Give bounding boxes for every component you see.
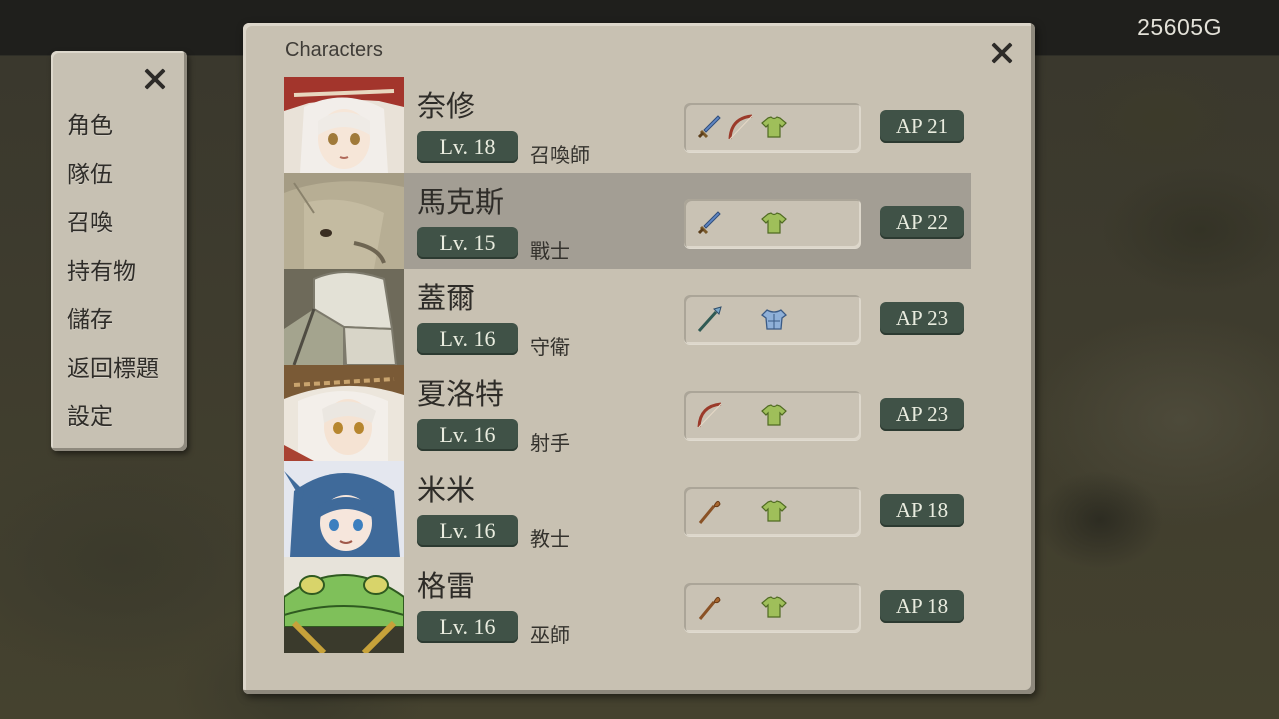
menu-item-characters[interactable]: 角色 <box>67 109 159 158</box>
characters-panel: Characters 奈修 Lv. 18 召喚師 AP 21 馬克斯 Lv. 1… <box>243 23 1035 694</box>
side-menu: 角色 隊伍 召喚 持有物 儲存 返回標題 設定 <box>51 51 187 451</box>
menu-item-settings[interactable]: 設定 <box>67 400 159 449</box>
character-portrait <box>284 365 404 461</box>
character-class: 射手 <box>530 431 570 455</box>
equipment-slots[interactable] <box>684 103 861 152</box>
equipment-slots[interactable] <box>684 583 861 632</box>
character-row[interactable]: 格雷 Lv. 16 巫師 AP 18 <box>284 557 972 653</box>
ap-badge: AP 22 <box>880 206 964 239</box>
sword-icon <box>694 112 724 142</box>
character-name: 蓋爾 <box>417 281 476 315</box>
character-class: 巫師 <box>530 623 570 647</box>
character-class: 召喚師 <box>530 143 590 167</box>
character-class: 守衛 <box>530 335 570 359</box>
character-name: 米米 <box>417 473 476 507</box>
character-portrait <box>284 557 404 653</box>
bow-icon <box>725 112 755 142</box>
equipment-slots[interactable] <box>684 199 861 248</box>
equipment-slots[interactable] <box>684 391 861 440</box>
bow-icon <box>694 400 724 430</box>
character-row[interactable]: 馬克斯 Lv. 15 戰士 AP 22 <box>284 173 972 269</box>
ap-badge: AP 21 <box>880 110 964 143</box>
character-class: 戰士 <box>530 239 570 263</box>
menu-item-return-title[interactable]: 返回標題 <box>67 352 159 401</box>
ap-badge: AP 18 <box>880 590 964 623</box>
gold-counter: 25605G <box>1137 14 1222 40</box>
menu-item-party[interactable]: 隊伍 <box>67 158 159 207</box>
character-portrait <box>284 77 404 173</box>
character-name: 夏洛特 <box>417 377 505 411</box>
cloth-armor-icon <box>759 592 789 622</box>
menu-item-inventory[interactable]: 持有物 <box>67 255 159 304</box>
panel-close-icon[interactable] <box>988 39 1016 67</box>
character-class: 教士 <box>530 527 570 551</box>
character-portrait <box>284 269 404 365</box>
menu-item-save[interactable]: 儲存 <box>67 303 159 352</box>
level-badge: Lv. 16 <box>417 611 518 643</box>
cloth-armor-icon <box>759 496 789 526</box>
ap-badge: AP 23 <box>880 302 964 335</box>
character-name: 馬克斯 <box>417 185 505 219</box>
spear-icon <box>694 304 724 334</box>
character-list: 奈修 Lv. 18 召喚師 AP 21 馬克斯 Lv. 15 戰士 AP 22 … <box>284 77 972 653</box>
level-badge: Lv. 16 <box>417 419 518 451</box>
ap-badge: AP 18 <box>880 494 964 527</box>
character-portrait <box>284 173 404 269</box>
ap-badge: AP 23 <box>880 398 964 431</box>
equipment-slots[interactable] <box>684 295 861 344</box>
staff-icon <box>694 496 724 526</box>
character-row[interactable]: 奈修 Lv. 18 召喚師 AP 21 <box>284 77 972 173</box>
sword-icon <box>694 208 724 238</box>
level-badge: Lv. 18 <box>417 131 518 163</box>
character-name: 奈修 <box>417 89 476 123</box>
side-menu-list: 角色 隊伍 召喚 持有物 儲存 返回標題 設定 <box>67 109 159 449</box>
level-badge: Lv. 15 <box>417 227 518 259</box>
staff-icon <box>694 592 724 622</box>
side-menu-close-icon[interactable] <box>141 65 169 93</box>
character-name: 格雷 <box>417 569 476 603</box>
panel-title: Characters <box>285 39 383 61</box>
character-row[interactable]: 米米 Lv. 16 教士 AP 18 <box>284 461 972 557</box>
menu-item-summon[interactable]: 召喚 <box>67 206 159 255</box>
character-portrait <box>284 461 404 557</box>
plate-armor-icon <box>759 304 789 334</box>
level-badge: Lv. 16 <box>417 515 518 547</box>
level-badge: Lv. 16 <box>417 323 518 355</box>
cloth-armor-icon <box>759 400 789 430</box>
equipment-slots[interactable] <box>684 487 861 536</box>
character-row[interactable]: 夏洛特 Lv. 16 射手 AP 23 <box>284 365 972 461</box>
cloth-armor-icon <box>759 112 789 142</box>
character-row[interactable]: 蓋爾 Lv. 16 守衛 AP 23 <box>284 269 972 365</box>
cloth-armor-icon <box>759 208 789 238</box>
